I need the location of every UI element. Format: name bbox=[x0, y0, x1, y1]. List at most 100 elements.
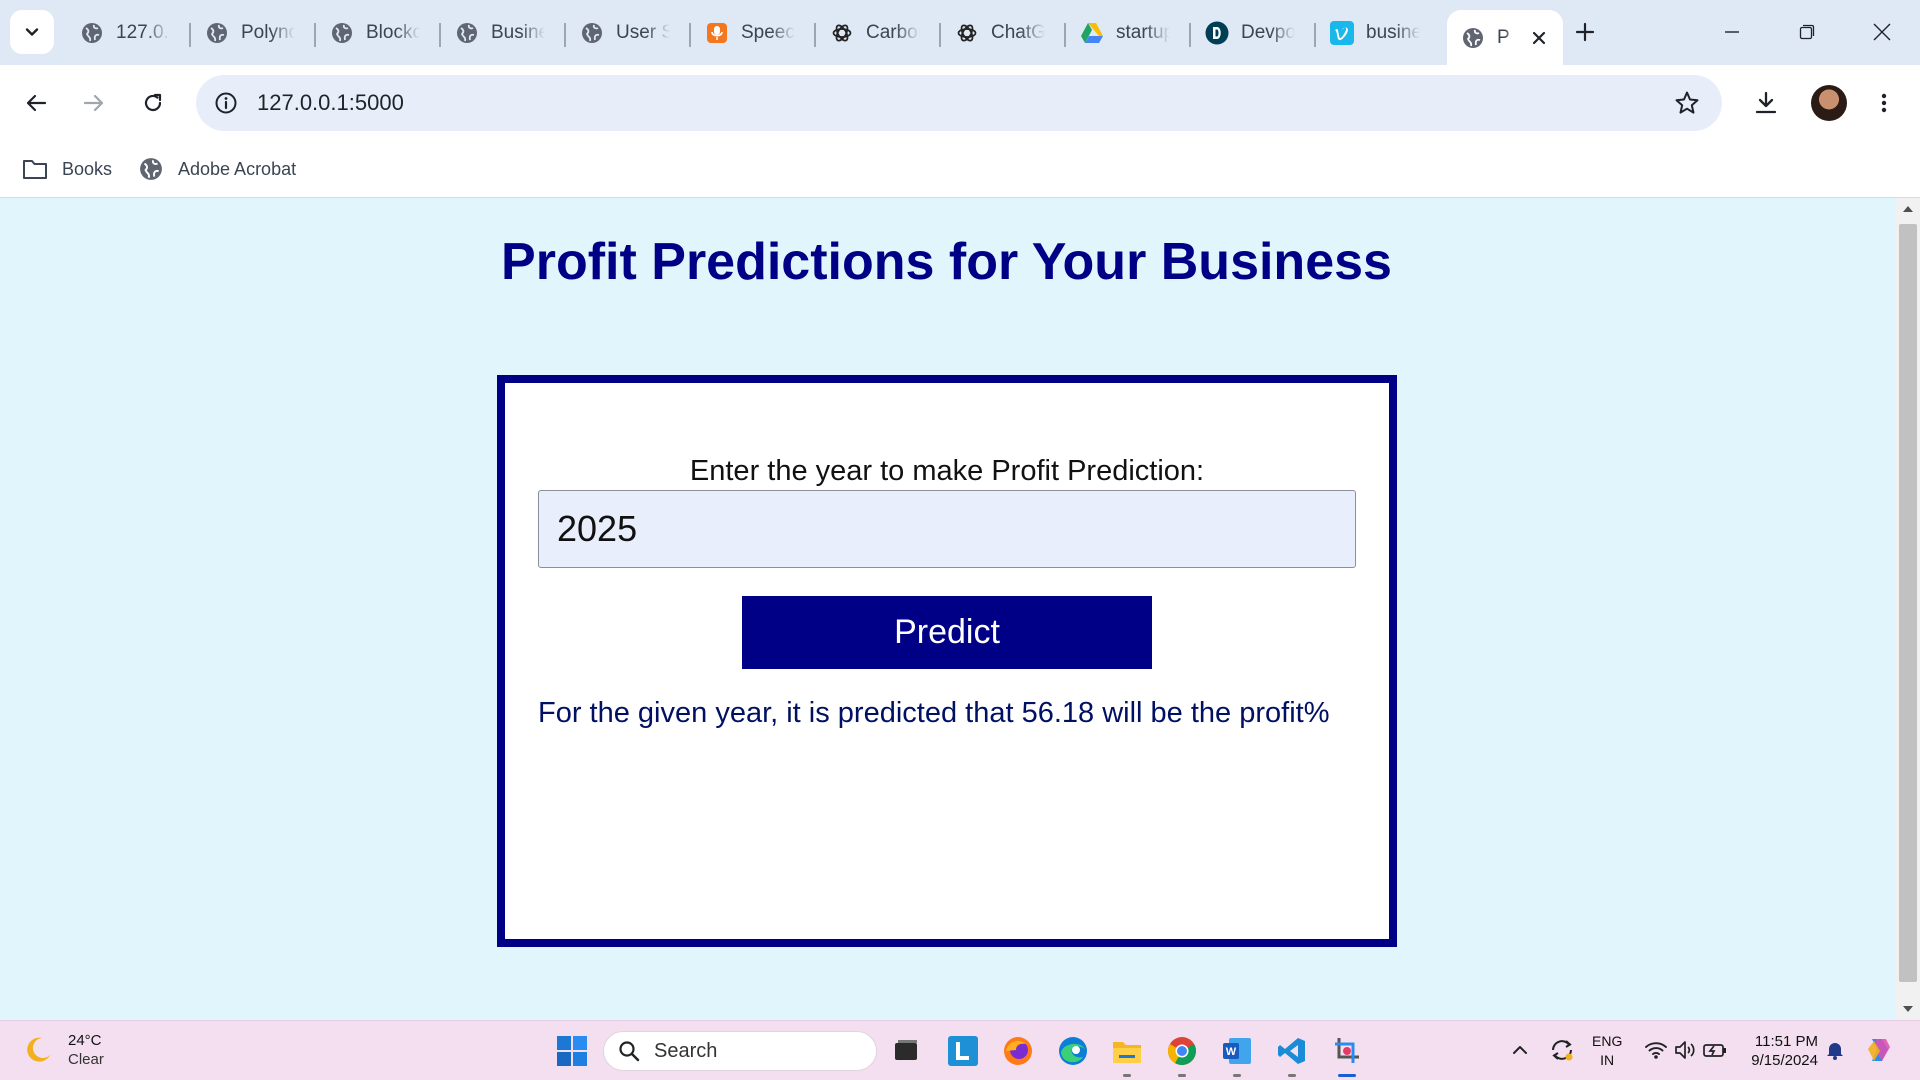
tab-list: 127.0.0.1 Polynomial Blockchain Business… bbox=[66, 10, 1563, 65]
globe-icon bbox=[80, 21, 104, 45]
forward-button[interactable] bbox=[76, 85, 112, 121]
folder-icon bbox=[22, 156, 48, 182]
show-hidden-icons-chevron-up-icon[interactable] bbox=[1505, 1035, 1535, 1065]
taskbar-search-box[interactable]: Search bbox=[603, 1031, 877, 1071]
bookmark-star-icon[interactable] bbox=[1672, 88, 1702, 118]
sync-icon[interactable] bbox=[1547, 1035, 1577, 1065]
close-tab-icon[interactable] bbox=[1527, 26, 1551, 50]
active-tab[interactable]: P bbox=[1447, 10, 1563, 65]
windows-taskbar: 24°C Clear Search W ENG IN 11:51 PM 9/15… bbox=[0, 1020, 1920, 1080]
predict-button[interactable]: Predict bbox=[742, 596, 1152, 669]
tab-title: ChatGPT bbox=[991, 21, 1045, 43]
address-bar[interactable]: 127.0.0.1:5000 bbox=[196, 75, 1722, 131]
tab[interactable]: Speechify bbox=[691, 10, 816, 55]
browser-menu-button[interactable] bbox=[1866, 85, 1902, 121]
language-code: ENG bbox=[1592, 1033, 1623, 1049]
running-indicator bbox=[1178, 1074, 1186, 1077]
running-indicator bbox=[1233, 1074, 1241, 1077]
openai-icon bbox=[955, 21, 979, 45]
globe-icon bbox=[205, 21, 229, 45]
tab[interactable]: User Stories bbox=[566, 10, 691, 55]
plus-icon bbox=[1575, 22, 1595, 42]
svg-text:W: W bbox=[1226, 1046, 1237, 1058]
windows-start-icon[interactable] bbox=[556, 1035, 588, 1067]
volume-icon[interactable] bbox=[1670, 1035, 1700, 1065]
battery-charging-icon[interactable] bbox=[1700, 1035, 1730, 1065]
page-scrollbar[interactable] bbox=[1896, 198, 1920, 1020]
bookmark-books[interactable]: Books bbox=[22, 153, 112, 185]
scroll-down-arrow-icon[interactable] bbox=[1896, 998, 1920, 1020]
task-view-icon[interactable] bbox=[887, 1032, 925, 1070]
tab[interactable]: Blockchain bbox=[316, 10, 441, 55]
devpost-icon bbox=[1205, 21, 1229, 45]
bookmarks-bar: Books Adobe Acrobat bbox=[0, 141, 1920, 198]
globe-icon bbox=[1461, 26, 1485, 50]
tab-search-button[interactable] bbox=[10, 10, 54, 54]
new-tab-button[interactable] bbox=[1570, 17, 1600, 47]
wifi-icon[interactable] bbox=[1641, 1035, 1671, 1065]
bookmark-label: Adobe Acrobat bbox=[178, 158, 297, 179]
tab[interactable]: Business bbox=[441, 10, 566, 55]
edge-icon[interactable] bbox=[1054, 1032, 1092, 1070]
microphone-icon bbox=[705, 21, 729, 45]
weather-condition: Clear bbox=[68, 1051, 104, 1068]
reload-button[interactable] bbox=[135, 85, 171, 121]
running-indicator bbox=[1123, 1074, 1131, 1077]
scroll-up-arrow-icon[interactable] bbox=[1896, 198, 1920, 220]
snipping-tool-icon[interactable] bbox=[1328, 1032, 1366, 1077]
year-input[interactable] bbox=[538, 490, 1356, 568]
back-button[interactable] bbox=[18, 85, 54, 121]
tab-title: Polynomial bbox=[241, 21, 295, 43]
close-icon bbox=[1873, 23, 1891, 41]
word-icon[interactable]: W bbox=[1218, 1032, 1256, 1077]
l-app-icon[interactable] bbox=[944, 1032, 982, 1070]
vscode-icon[interactable] bbox=[1273, 1032, 1311, 1077]
input-language-indicator[interactable]: ENG IN bbox=[1592, 1032, 1622, 1070]
tab[interactable]: Carbon bbox=[816, 10, 941, 55]
restore-button[interactable] bbox=[1789, 14, 1825, 50]
bookmark-label: Books bbox=[62, 158, 113, 179]
taskbar-clock[interactable]: 11:51 PM 9/15/2024 bbox=[1740, 1032, 1818, 1070]
prediction-result-text: For the given year, it is predicted that… bbox=[538, 697, 1330, 729]
taskbar-search-label: Search bbox=[654, 1039, 718, 1062]
browser-toolbar: 127.0.0.1:5000 bbox=[0, 65, 1920, 141]
clock-time: 11:51 PM bbox=[1754, 1033, 1818, 1050]
weather-temperature: 24°C bbox=[68, 1032, 102, 1049]
address-url: 127.0.0.1:5000 bbox=[257, 90, 404, 115]
tab-title: startup bbox=[1116, 21, 1170, 43]
search-icon bbox=[619, 1041, 640, 1062]
site-info-icon[interactable] bbox=[212, 89, 240, 117]
tab-title: 127.0.0.1 bbox=[116, 21, 170, 43]
close-window-button[interactable] bbox=[1864, 14, 1900, 50]
reload-icon bbox=[144, 93, 162, 112]
profile-avatar[interactable] bbox=[1811, 85, 1847, 121]
tab[interactable]: ChatGPT bbox=[941, 10, 1066, 55]
restore-icon bbox=[1799, 24, 1815, 40]
chrome-icon[interactable] bbox=[1163, 1032, 1201, 1077]
tab-title: Blockchain bbox=[366, 21, 420, 43]
arrow-right-icon bbox=[83, 94, 104, 112]
weather-widget[interactable]: 24°C Clear bbox=[22, 1031, 104, 1069]
scrollbar-thumb[interactable] bbox=[1899, 224, 1917, 982]
tab[interactable]: Devpost bbox=[1191, 10, 1316, 55]
tab[interactable]: startup bbox=[1066, 10, 1191, 55]
tab-title: Carbon bbox=[866, 21, 920, 43]
running-indicator bbox=[1288, 1074, 1296, 1077]
tab[interactable]: business bbox=[1316, 10, 1441, 55]
arrow-left-icon bbox=[26, 94, 47, 112]
tab-strip: 127.0.0.1 Polynomial Blockchain Business… bbox=[0, 0, 1920, 65]
copilot-icon[interactable] bbox=[1864, 1035, 1894, 1065]
firefox-icon[interactable] bbox=[999, 1032, 1037, 1070]
tab-title: Business bbox=[491, 21, 545, 43]
minimize-button[interactable] bbox=[1714, 14, 1750, 50]
tab[interactable]: Polynomial bbox=[191, 10, 316, 55]
download-icon bbox=[1755, 91, 1777, 114]
file-explorer-icon[interactable] bbox=[1108, 1032, 1146, 1077]
tab[interactable]: 127.0.0.1 bbox=[66, 10, 191, 55]
notification-bell-icon[interactable] bbox=[1820, 1035, 1850, 1065]
globe-icon bbox=[330, 21, 354, 45]
downloads-button[interactable] bbox=[1748, 85, 1784, 121]
bookmark-adobe-acrobat[interactable]: Adobe Acrobat bbox=[138, 153, 296, 185]
minimize-icon bbox=[1725, 31, 1739, 33]
more-vertical-icon bbox=[1881, 93, 1887, 113]
